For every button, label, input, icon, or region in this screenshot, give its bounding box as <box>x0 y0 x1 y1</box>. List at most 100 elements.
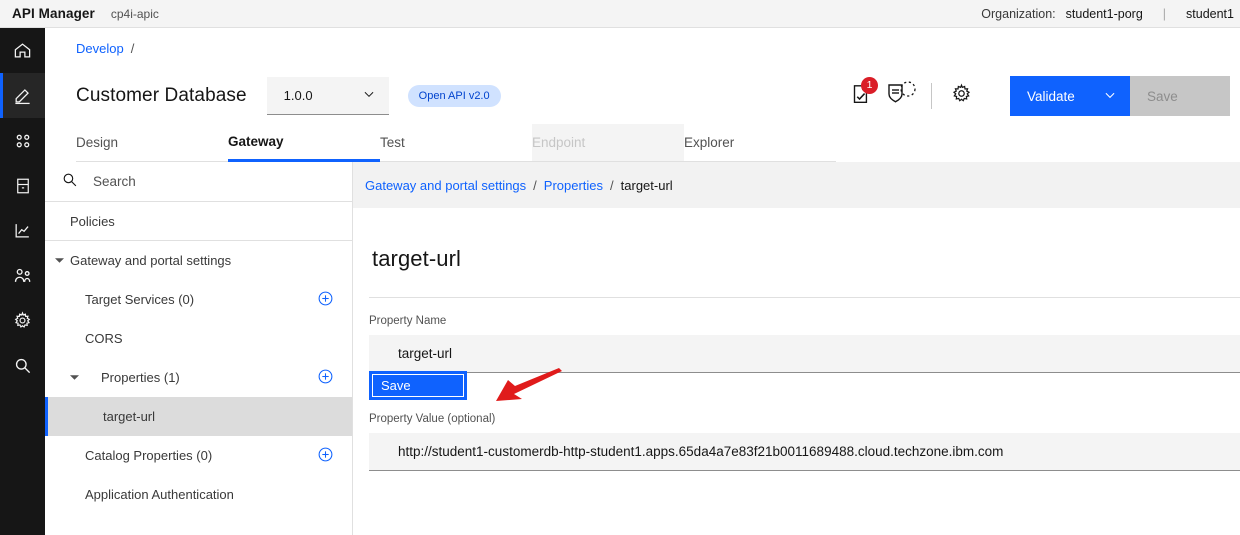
search-icon <box>61 171 78 193</box>
tab-gateway[interactable]: Gateway <box>228 124 380 162</box>
gateway-side-panel: Policies Gateway and portal settings Tar… <box>45 162 353 535</box>
breadcrumb-separator: / <box>130 40 135 56</box>
breadcrumb-separator: / <box>533 177 537 193</box>
search-input[interactable] <box>93 174 293 189</box>
rail-item-analytics[interactable] <box>0 208 45 253</box>
content-inner: target-url Property Name target-url Prop… <box>353 208 1240 471</box>
breadcrumb-separator: / <box>610 177 614 193</box>
gear-icon <box>13 311 32 330</box>
save-button: Save <box>1130 76 1230 116</box>
chevron-down-icon <box>362 87 376 104</box>
breadcrumb: Develop / <box>45 28 1240 68</box>
grid-icon <box>14 132 32 150</box>
property-value-label: Property Value (optional) <box>369 413 496 425</box>
rail-item-search[interactable] <box>0 343 45 388</box>
rail-item-develop[interactable] <box>0 73 45 118</box>
header-actions: 1 Validate Save <box>839 75 1230 117</box>
tab-test[interactable]: Test <box>380 124 532 162</box>
add-icon[interactable] <box>317 446 334 466</box>
tab-design-label: Design <box>76 135 119 150</box>
tab-endpoint: Endpoint <box>532 124 684 162</box>
analytics-icon <box>13 221 32 240</box>
tab-bar: Design Gateway Test Endpoint Explorer <box>45 124 1240 162</box>
property-title: target-url <box>372 246 462 271</box>
tree-item-target-services[interactable]: Target Services (0) <box>45 280 352 319</box>
organization-value[interactable]: student1-porg <box>1066 7 1143 21</box>
tab-endpoint-label: Endpoint <box>532 135 586 150</box>
drawer-icon <box>14 177 32 195</box>
tree-item-label: Properties (1) <box>101 370 180 385</box>
tab-explorer-label: Explorer <box>684 135 735 150</box>
body-split: Policies Gateway and portal settings Tar… <box>45 162 1240 535</box>
user-menu[interactable]: student1 <box>1186 7 1234 21</box>
top-bar-right: Organization: student1-porg | student1 <box>981 7 1240 21</box>
left-nav-rail <box>0 28 45 535</box>
api-spec-tag: Open API v2.0 <box>407 85 501 107</box>
breadcrumb-gateway-settings-link[interactable]: Gateway and portal settings <box>365 178 526 193</box>
caret-down-icon[interactable] <box>70 370 79 385</box>
validate-button-label: Validate <box>1027 88 1075 104</box>
property-value-value: http://student1-customerdb-http-student1… <box>398 444 1004 459</box>
tree-item-label: Target Services (0) <box>85 292 195 307</box>
api-header-row: Customer Database 1.0.0 Open API v2.0 1 … <box>45 68 1240 124</box>
validate-button[interactable]: Validate <box>1010 76 1130 116</box>
property-detail-panel: Gateway and portal settings / Properties… <box>353 162 1240 535</box>
tab-gateway-label: Gateway <box>228 134 284 149</box>
property-name-label: Property Name <box>369 315 447 327</box>
tree-item-label: Gateway and portal settings <box>70 253 232 268</box>
tree-item-policies[interactable]: Policies <box>45 202 352 241</box>
tab-test-label: Test <box>380 135 405 150</box>
inline-save-button[interactable]: Save <box>369 371 467 400</box>
top-bar-divider: | <box>1162 6 1167 21</box>
inline-save-button-inner[interactable]: Save <box>372 374 464 397</box>
rail-item-manage[interactable] <box>0 118 45 163</box>
action-divider <box>931 83 932 109</box>
rail-item-members[interactable] <box>0 253 45 298</box>
api-settings-button[interactable] <box>940 75 982 117</box>
home-icon <box>13 41 32 60</box>
tree-item-gateway-and-portal-settings[interactable]: Gateway and portal settings <box>45 241 352 280</box>
add-icon[interactable] <box>317 290 334 310</box>
tree-item-label: target-url <box>103 409 156 424</box>
add-icon[interactable] <box>317 368 334 388</box>
validation-results-button[interactable]: 1 <box>839 75 881 117</box>
main-page: Develop / Customer Database 1.0.0 Open A… <box>45 28 1240 535</box>
version-value: 1.0.0 <box>283 88 313 103</box>
security-definitions-button[interactable] <box>881 75 923 117</box>
breadcrumb-current: target-url <box>620 177 673 193</box>
global-top-bar: API Manager cp4i-apic Organization: stud… <box>0 0 1240 28</box>
tree-item-cors[interactable]: CORS <box>45 319 352 358</box>
property-value-input[interactable]: http://student1-customerdb-http-student1… <box>369 433 1240 471</box>
tab-design[interactable]: Design <box>76 124 228 162</box>
chevron-down-icon <box>1103 88 1117 105</box>
breadcrumb-develop-link[interactable]: Develop <box>76 41 124 56</box>
tree-item-label: CORS <box>85 331 123 346</box>
tree-item-label: Catalog Properties (0) <box>85 448 213 463</box>
pencil-icon <box>13 86 32 105</box>
notification-badge: 1 <box>861 77 878 94</box>
page-title: Customer Database <box>76 85 247 106</box>
property-name-value: target-url <box>398 346 453 361</box>
rail-item-home[interactable] <box>0 28 45 73</box>
instance-name: cp4i-apic <box>110 6 159 21</box>
users-icon <box>13 266 33 286</box>
property-name-input[interactable]: target-url <box>369 335 1240 373</box>
tab-explorer[interactable]: Explorer <box>684 124 836 162</box>
tree-item-catalog-properties[interactable]: Catalog Properties (0) <box>45 436 352 475</box>
caret-down-icon[interactable] <box>55 253 64 268</box>
tree-item-label: Application Authentication <box>85 487 234 502</box>
search-row <box>45 162 352 202</box>
tree-item-properties[interactable]: Properties (1) <box>45 358 352 397</box>
content-breadcrumb: Gateway and portal settings / Properties… <box>353 162 1240 208</box>
shield-icon <box>885 79 919 114</box>
tree-item-target-url[interactable]: target-url <box>45 397 352 436</box>
gear-icon <box>951 83 972 109</box>
search-icon <box>13 356 32 375</box>
tree-item-application-authentication[interactable]: Application Authentication <box>45 475 352 514</box>
version-dropdown[interactable]: 1.0.0 <box>266 77 389 115</box>
tree-item-label: Policies <box>70 213 115 229</box>
product-name: API Manager <box>12 6 95 21</box>
breadcrumb-properties-link[interactable]: Properties <box>544 178 603 193</box>
rail-item-settings[interactable] <box>0 298 45 343</box>
rail-item-resources[interactable] <box>0 163 45 208</box>
